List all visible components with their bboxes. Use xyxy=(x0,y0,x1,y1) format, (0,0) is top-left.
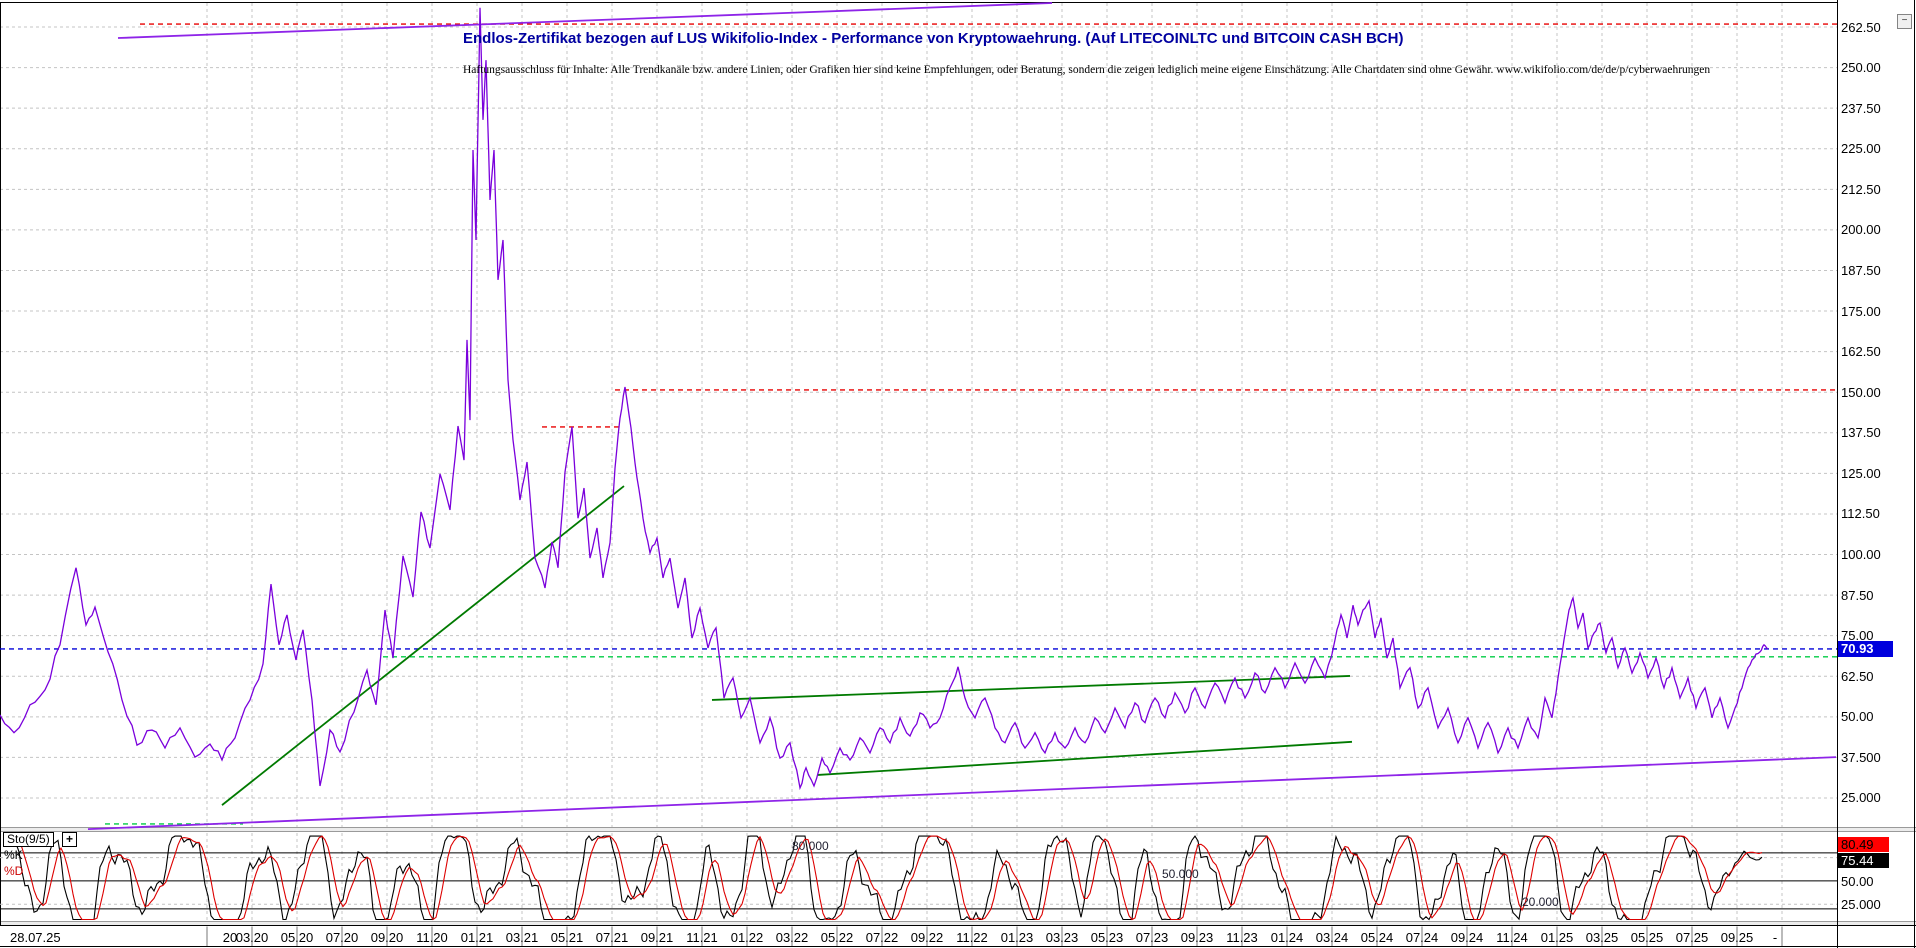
time-axis-label: 03.24 xyxy=(1315,930,1349,945)
price-axis-label: 100.00 xyxy=(1841,547,1881,563)
sto-level-label: 80.000 xyxy=(792,838,829,853)
time-axis-label: 07.23 xyxy=(1135,930,1169,945)
time-axis-label: 09.20 xyxy=(370,930,404,945)
time-axis-label: 05.22 xyxy=(820,930,854,945)
indicator-pane[interactable] xyxy=(0,832,1837,921)
sto-indicator-button[interactable]: Sto(9/5) xyxy=(3,832,54,847)
price-axis-label: 212.50 xyxy=(1841,181,1881,197)
sto-level-label: 20.000 xyxy=(1522,894,1559,909)
price-axis-label: 187.50 xyxy=(1841,262,1881,278)
time-axis-label: 01.25 xyxy=(1540,930,1574,945)
indicator-add-button[interactable]: + xyxy=(62,832,77,847)
price-axis-label: 87.50 xyxy=(1841,587,1874,603)
price-axis-label: 200.00 xyxy=(1841,222,1881,238)
time-axis-label: 05.20 xyxy=(280,930,314,945)
time-axis-label: 09.21 xyxy=(640,930,674,945)
main-chart-pane[interactable] xyxy=(0,2,1837,827)
time-axis-label: 01.23 xyxy=(1000,930,1034,945)
time-axis-label: 07.21 xyxy=(595,930,629,945)
price-axis-label: 25.000 xyxy=(1841,790,1881,806)
time-axis-label: 05.21 xyxy=(550,930,584,945)
collapse-button[interactable]: − xyxy=(1897,14,1912,29)
chart-window: Endlos-Zertifikat bezogen auf LUS Wikifo… xyxy=(0,0,1916,948)
time-axis-label: 03.23 xyxy=(1045,930,1079,945)
price-axis-label: 175.00 xyxy=(1841,303,1881,319)
sto-axis-label: 25.000 xyxy=(1841,897,1881,913)
chart-disclaimer: Haftungsausschluss für Inhalte: Alle Tre… xyxy=(463,64,1711,76)
price-axis-label: 237.50 xyxy=(1841,100,1881,116)
time-axis-label: 03.22 xyxy=(775,930,809,945)
price-axis-label: 112.50 xyxy=(1841,506,1880,522)
sto-d-label: %D xyxy=(4,864,24,878)
time-axis-label: 11.20 xyxy=(416,930,448,945)
chart-title: Endlos-Zertifikat bezogen auf LUS Wikifo… xyxy=(463,30,1404,47)
price-axis-label: 125.00 xyxy=(1841,465,1881,481)
time-axis-label: 11.23 xyxy=(1226,930,1258,945)
time-axis-label: 09.22 xyxy=(910,930,944,945)
price-axis-label: 50.00 xyxy=(1841,709,1874,725)
time-axis-label: 05.23 xyxy=(1090,930,1124,945)
time-axis-label: 03.25 xyxy=(1585,930,1619,945)
time-axis-label: 01.24 xyxy=(1270,930,1304,945)
time-axis-label: 09.24 xyxy=(1450,930,1484,945)
time-axis-label: 11.24 xyxy=(1496,930,1528,945)
time-axis-label: 03.21 xyxy=(505,930,539,945)
sto-k-value-label: 75.44 xyxy=(1838,853,1889,868)
price-axis-label: 37.500 xyxy=(1841,749,1881,765)
sto-axis-label: 50.00 xyxy=(1841,873,1874,889)
time-axis-label: 05.24 xyxy=(1360,930,1394,945)
sto-k-label: %K xyxy=(4,848,23,862)
price-axis-label: 137.50 xyxy=(1841,425,1881,441)
time-axis-label: 28.07.25 xyxy=(10,930,61,945)
sto-level-label: 50.000 xyxy=(1162,866,1199,881)
price-axis-label: 225.00 xyxy=(1841,141,1881,157)
time-axis-label: 07.25 xyxy=(1675,930,1709,945)
time-axis-label: 11.21 xyxy=(686,930,718,945)
time-axis-label: - xyxy=(1772,930,1778,945)
sto-d-value-label: 80.49 xyxy=(1838,837,1889,852)
time-axis-label: 11.22 xyxy=(956,930,988,945)
price-axis-label: 250.00 xyxy=(1841,60,1881,76)
time-axis-label: 07.24 xyxy=(1405,930,1439,945)
time-axis-label: 01.21 xyxy=(460,930,494,945)
current-price-label: 70.93 xyxy=(1838,641,1893,657)
price-axis-label: 62.50 xyxy=(1841,668,1874,684)
time-axis-label: 07.20 xyxy=(325,930,359,945)
time-axis-label: 03.20 xyxy=(235,930,269,945)
time-axis-label: 07.22 xyxy=(865,930,899,945)
price-axis-label: 150.00 xyxy=(1841,384,1881,400)
time-axis-label: 05.25 xyxy=(1630,930,1664,945)
time-axis-label: 09.23 xyxy=(1180,930,1214,945)
time-axis-label: 01.22 xyxy=(730,930,764,945)
price-axis-label: 162.50 xyxy=(1841,344,1881,360)
